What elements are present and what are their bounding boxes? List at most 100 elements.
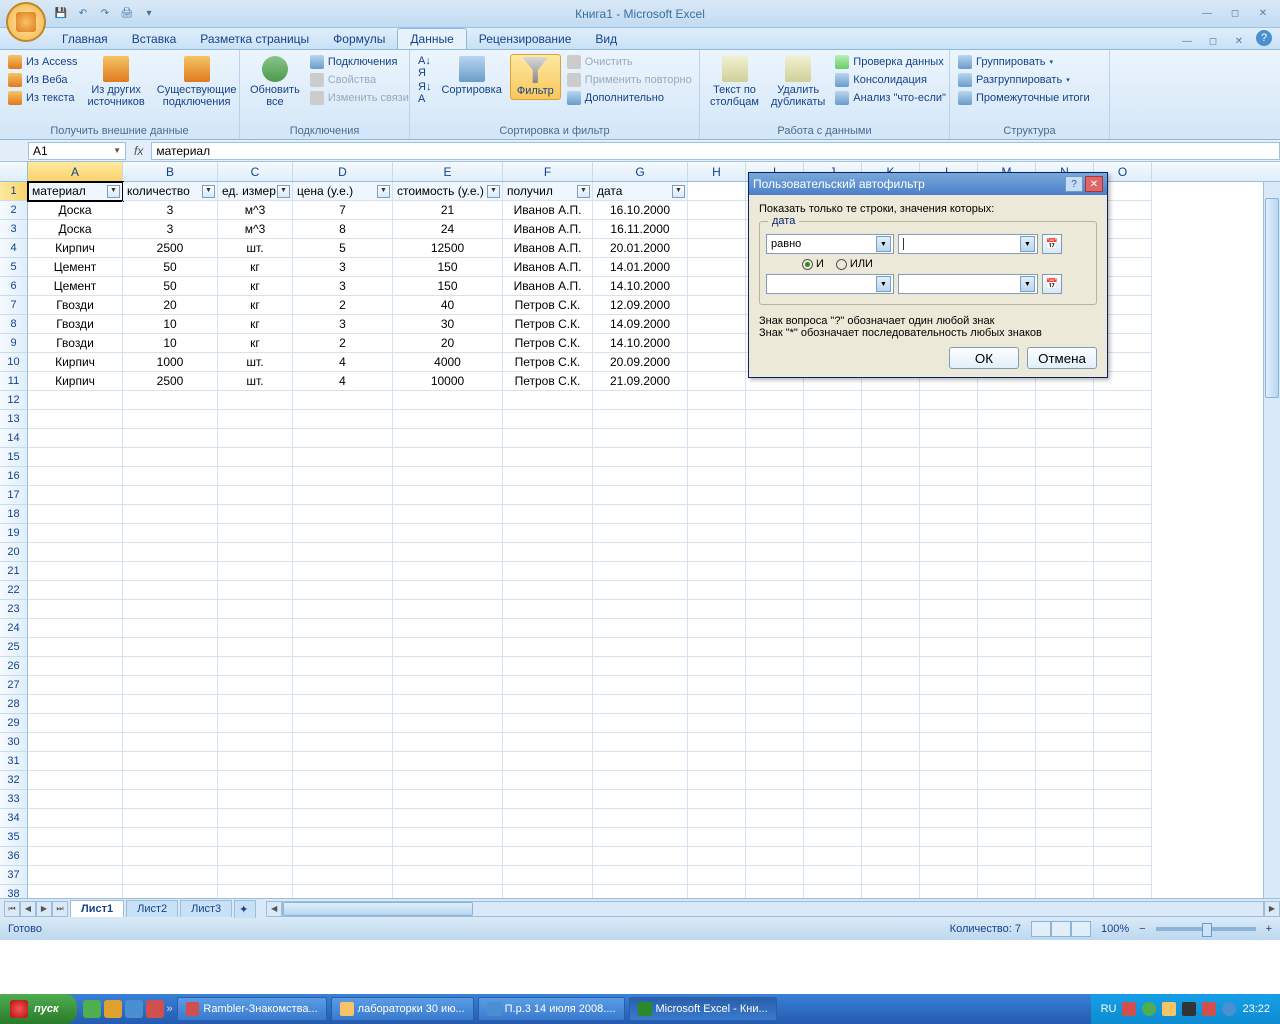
cell[interactable]	[503, 638, 593, 657]
cell[interactable]	[746, 828, 804, 847]
cell[interactable]	[503, 847, 593, 866]
cell[interactable]	[978, 429, 1036, 448]
row-header-33[interactable]: 33	[0, 790, 28, 809]
row-header-10[interactable]: 10	[0, 353, 28, 372]
cell[interactable]	[804, 638, 862, 657]
row-header-36[interactable]: 36	[0, 847, 28, 866]
tray-icon[interactable]	[1122, 1002, 1136, 1016]
cell[interactable]	[920, 429, 978, 448]
cell[interactable]	[746, 695, 804, 714]
cell[interactable]	[293, 695, 393, 714]
row-header-13[interactable]: 13	[0, 410, 28, 429]
col-header-A[interactable]: A	[28, 162, 123, 181]
cell[interactable]	[804, 695, 862, 714]
row-header-21[interactable]: 21	[0, 562, 28, 581]
cell[interactable]	[746, 467, 804, 486]
row-header-16[interactable]: 16	[0, 467, 28, 486]
cell[interactable]	[218, 790, 293, 809]
cell[interactable]	[293, 638, 393, 657]
row-header-5[interactable]: 5	[0, 258, 28, 277]
cell[interactable]	[123, 505, 218, 524]
existing-conn-button[interactable]: Существующие подключения	[153, 54, 241, 110]
cell[interactable]	[978, 790, 1036, 809]
cell[interactable]	[1036, 391, 1094, 410]
cell[interactable]	[593, 714, 688, 733]
cell[interactable]	[28, 448, 123, 467]
cell[interactable]	[503, 581, 593, 600]
cell[interactable]: Иванов А.П.	[503, 258, 593, 277]
tray-icon[interactable]	[1202, 1002, 1216, 1016]
cell[interactable]	[688, 676, 746, 695]
close-button[interactable]: ✕	[1252, 6, 1274, 22]
cell[interactable]	[28, 733, 123, 752]
cell[interactable]	[862, 562, 920, 581]
cell[interactable]	[688, 486, 746, 505]
cell[interactable]	[218, 619, 293, 638]
cell[interactable]	[293, 733, 393, 752]
cell[interactable]	[862, 391, 920, 410]
cell[interactable]	[920, 543, 978, 562]
cell[interactable]	[218, 809, 293, 828]
cell[interactable]	[804, 676, 862, 695]
cell[interactable]	[218, 429, 293, 448]
cell[interactable]	[920, 790, 978, 809]
cell[interactable]	[862, 695, 920, 714]
zoom-slider[interactable]	[1156, 927, 1256, 931]
cell[interactable]: 10	[123, 334, 218, 353]
cell[interactable]	[1094, 562, 1152, 581]
cell[interactable]	[28, 467, 123, 486]
cell[interactable]	[688, 543, 746, 562]
cell[interactable]	[862, 809, 920, 828]
cell[interactable]	[688, 296, 746, 315]
cell[interactable]	[688, 714, 746, 733]
cell[interactable]	[920, 695, 978, 714]
cell[interactable]	[1036, 486, 1094, 505]
cell[interactable]: 3	[123, 220, 218, 239]
cell[interactable]	[28, 391, 123, 410]
cell[interactable]	[1094, 448, 1152, 467]
remove-dup-button[interactable]: Удалить дубликаты	[767, 54, 829, 110]
cell[interactable]	[1036, 600, 1094, 619]
cell[interactable]	[28, 543, 123, 562]
cell[interactable]	[28, 638, 123, 657]
cell[interactable]	[688, 277, 746, 296]
row-header-31[interactable]: 31	[0, 752, 28, 771]
tab-formulas[interactable]: Формулы	[321, 29, 397, 49]
cell[interactable]: 12.09.2000	[593, 296, 688, 315]
cell[interactable]	[804, 733, 862, 752]
cell[interactable]: кг	[218, 258, 293, 277]
cell[interactable]	[1094, 429, 1152, 448]
cell[interactable]: 50	[123, 258, 218, 277]
office-button[interactable]	[6, 2, 46, 42]
date-picker1-button[interactable]: 📅	[1042, 234, 1062, 254]
cell[interactable]	[123, 695, 218, 714]
cell[interactable]	[1036, 714, 1094, 733]
cell[interactable]	[1094, 752, 1152, 771]
cell[interactable]	[293, 543, 393, 562]
sheet-nav-prev[interactable]: ◀	[20, 901, 36, 917]
cell[interactable]	[920, 676, 978, 695]
cell[interactable]	[1036, 676, 1094, 695]
cell[interactable]	[978, 695, 1036, 714]
cell[interactable]	[1094, 543, 1152, 562]
ql-icon[interactable]	[83, 1000, 101, 1018]
cell[interactable]	[920, 467, 978, 486]
cell[interactable]	[28, 695, 123, 714]
cell[interactable]	[920, 771, 978, 790]
cell[interactable]: 50	[123, 277, 218, 296]
cell[interactable]	[1094, 638, 1152, 657]
row-header-29[interactable]: 29	[0, 714, 28, 733]
cell[interactable]	[123, 809, 218, 828]
cell[interactable]: Доска	[28, 220, 123, 239]
cell[interactable]	[28, 619, 123, 638]
cell[interactable]	[978, 562, 1036, 581]
condition2-value[interactable]: ▼	[898, 274, 1038, 294]
cell[interactable]	[978, 410, 1036, 429]
cell[interactable]	[688, 809, 746, 828]
qat-save-icon[interactable]: 💾	[52, 5, 70, 23]
cell[interactable]	[804, 410, 862, 429]
cell[interactable]	[920, 581, 978, 600]
cell[interactable]	[920, 657, 978, 676]
cell[interactable]	[503, 448, 593, 467]
cell[interactable]	[393, 828, 503, 847]
